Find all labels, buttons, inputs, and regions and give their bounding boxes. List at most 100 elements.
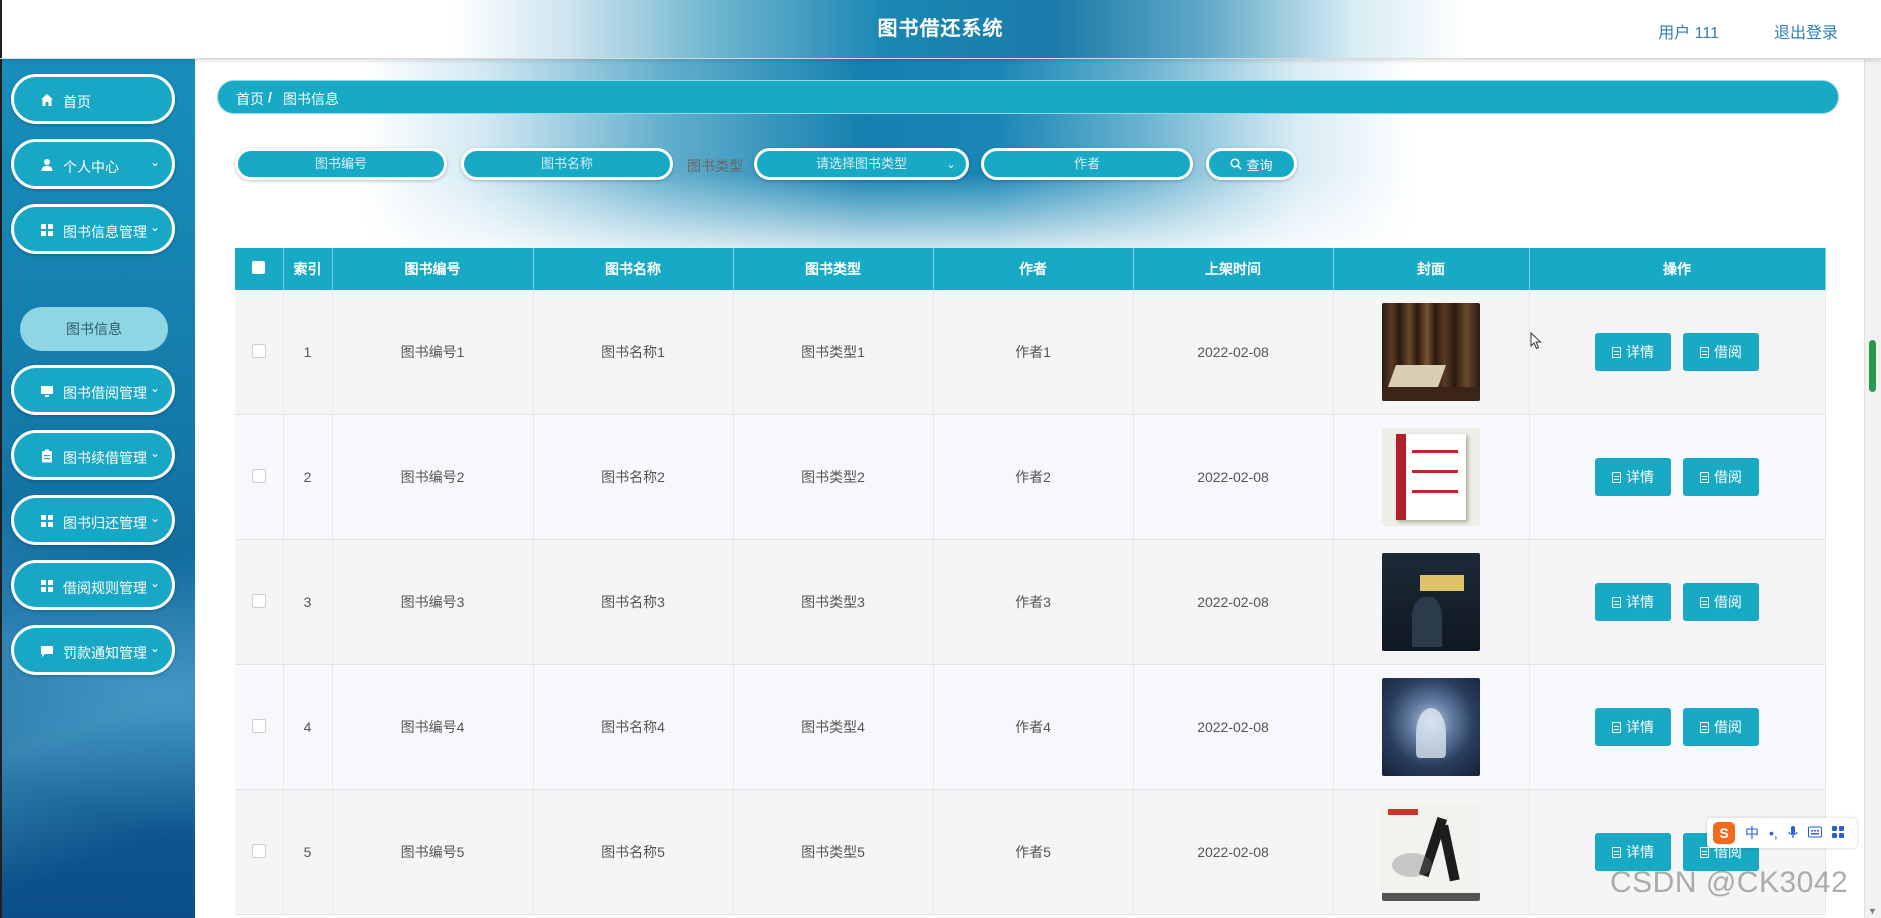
query-button[interactable]: 查询	[1206, 148, 1297, 180]
document-icon	[1612, 596, 1622, 608]
detail-button[interactable]: 详情	[1595, 458, 1672, 496]
document-icon	[1699, 846, 1709, 858]
row-checkbox[interactable]	[235, 664, 284, 790]
message-icon	[40, 644, 54, 658]
borrow-button[interactable]: 借阅	[1682, 583, 1759, 621]
sidebar-item-label: 图书借阅管理	[63, 385, 147, 401]
book-cover-image[interactable]	[1382, 428, 1480, 526]
sidebar-item-home[interactable]: 首页	[11, 74, 175, 124]
top-header: 图书借还系统 用户 111 退出登录	[0, 0, 1881, 59]
sidebar-item-fine-notice-management[interactable]: 罚款通知管理 ⌄	[11, 625, 175, 675]
sidebar: 首页 个人中心 ⌄ 图书信息管理 ⌄ 图书信息 图书借阅管理 ⌄ 图书续借管理 …	[0, 58, 195, 918]
book-cover-image[interactable]	[1382, 553, 1480, 651]
table-row: 5 图书编号5 图书名称5 图书类型5 作者5 2022-02-08 详情 借阅	[235, 789, 1826, 915]
book-type-label: 图书类型	[687, 158, 743, 174]
sidebar-item-renew-management[interactable]: 图书续借管理 ⌄	[11, 430, 175, 480]
column-header-index: 索引	[283, 248, 333, 290]
detail-button[interactable]: 详情	[1595, 333, 1672, 371]
row-checkbox[interactable]	[235, 290, 284, 415]
cell-author: 作者2	[933, 414, 1134, 540]
breadcrumb: 首页 / 图书信息	[217, 80, 1839, 114]
document-icon	[1612, 471, 1622, 483]
book-cover-image[interactable]	[1382, 678, 1480, 776]
detail-button-label: 详情	[1626, 344, 1655, 360]
sidebar-item-book-info-management[interactable]: 图书信息管理 ⌄	[11, 204, 175, 254]
book-cover-image[interactable]	[1382, 803, 1480, 901]
cell-index: 3	[283, 539, 333, 665]
chevron-down-icon: ⌄	[149, 576, 160, 590]
table-row: 4 图书编号4 图书名称4 图书类型4 作者4 2022-02-08 详情 借阅	[235, 664, 1826, 790]
cell-shelf-date: 2022-02-08	[1133, 664, 1334, 790]
borrow-button[interactable]: 借阅	[1682, 333, 1759, 371]
chevron-down-icon: ⌄	[149, 641, 160, 655]
sogou-logo-icon: S	[1713, 822, 1735, 844]
row-checkbox[interactable]	[235, 789, 284, 915]
cell-book-type: 图书类型4	[733, 664, 934, 790]
scroll-down-arrow-icon[interactable]: ▼	[1868, 906, 1877, 916]
table-row: 1 图书编号1 图书名称1 图书类型1 作者1 2022-02-08 详情 借阅	[235, 290, 1826, 415]
column-header-author: 作者	[933, 248, 1134, 290]
sidebar-item-label: 首页	[63, 94, 91, 110]
cell-actions: 详情 借阅	[1529, 664, 1826, 790]
current-user-label: 用户 111	[1658, 25, 1719, 42]
row-checkbox[interactable]	[235, 414, 284, 540]
document-icon	[1612, 846, 1622, 858]
punctuation-icon[interactable]: •,	[1769, 825, 1778, 841]
cell-book-name: 图书名称1	[533, 290, 734, 415]
toolbox-grid-icon[interactable]	[1831, 825, 1844, 841]
cell-actions: 详情 借阅	[1529, 290, 1826, 415]
ime-language-indicator[interactable]: 中	[1745, 823, 1759, 843]
detail-button[interactable]: 详情	[1595, 708, 1672, 746]
breadcrumb-home[interactable]: 首页	[236, 89, 264, 109]
sidebar-item-label: 罚款通知管理	[63, 645, 147, 661]
cell-shelf-date: 2022-02-08	[1133, 789, 1334, 915]
table-header-row: 索引 图书编号 图书名称 图书类型 作者 上架时间 封面 操作	[235, 248, 1826, 290]
sidebar-subitem-book-info[interactable]: 图书信息	[20, 307, 168, 351]
detail-button-label: 详情	[1626, 719, 1655, 735]
logout-link[interactable]: 退出登录	[1774, 19, 1838, 43]
monitor-icon	[40, 384, 54, 398]
detail-button-label: 详情	[1626, 469, 1655, 485]
borrow-button[interactable]: 借阅	[1682, 708, 1759, 746]
cell-shelf-date: 2022-02-08	[1133, 290, 1334, 415]
author-search-input[interactable]: 作者	[981, 148, 1193, 180]
book-name-search-input[interactable]: 图书名称	[461, 148, 673, 180]
microphone-icon[interactable]	[1788, 825, 1798, 842]
book-type-select[interactable]: 请选择图书类型 ⌄	[754, 148, 969, 180]
detail-button[interactable]: 详情	[1595, 583, 1672, 621]
cell-book-name: 图书名称5	[533, 789, 734, 915]
book-cover-image[interactable]	[1382, 303, 1480, 401]
main-content: 首页 / 图书信息 图书编号 图书名称 图书类型 请选择图书类型 ⌄ 作者 查询…	[195, 58, 1865, 918]
document-icon	[1699, 596, 1709, 608]
page-scrollbar[interactable]: ▼	[1864, 58, 1881, 918]
sidebar-item-borrow-management[interactable]: 图书借阅管理 ⌄	[11, 365, 175, 415]
document-icon	[1612, 721, 1622, 733]
cell-book-type: 图书类型1	[733, 290, 934, 415]
cell-book-type: 图书类型5	[733, 789, 934, 915]
cell-author: 作者1	[933, 290, 1134, 415]
ime-toolbar[interactable]: S 中 •,	[1707, 818, 1857, 848]
grid-icon	[40, 579, 54, 593]
column-header-book-name: 图书名称	[533, 248, 734, 290]
sidebar-item-rules-management[interactable]: 借阅规则管理 ⌄	[11, 560, 175, 610]
sidebar-item-return-management[interactable]: 图书归还管理 ⌄	[11, 495, 175, 545]
cell-book-name: 图书名称3	[533, 539, 734, 665]
scrollbar-thumb[interactable]	[1869, 340, 1876, 392]
book-no-search-input[interactable]: 图书编号	[235, 148, 447, 180]
keyboard-icon[interactable]	[1807, 825, 1822, 841]
column-header-book-no: 图书编号	[332, 248, 534, 290]
select-all-checkbox[interactable]	[235, 248, 284, 290]
column-header-cover: 封面	[1333, 248, 1530, 290]
document-icon	[1699, 471, 1709, 483]
cell-book-no: 图书编号2	[332, 414, 534, 540]
borrow-button-label: 借阅	[1713, 469, 1742, 485]
row-checkbox[interactable]	[235, 539, 284, 665]
sidebar-item-label: 借阅规则管理	[63, 580, 147, 596]
column-header-shelf-date: 上架时间	[1133, 248, 1334, 290]
borrow-button[interactable]: 借阅	[1682, 458, 1759, 496]
cell-actions: 详情 借阅	[1529, 539, 1826, 665]
sidebar-item-personal-center[interactable]: 个人中心 ⌄	[11, 139, 175, 189]
chevron-down-icon: ⌄	[149, 155, 160, 169]
cell-author: 作者5	[933, 789, 1134, 915]
chevron-down-icon: ⌄	[945, 157, 956, 171]
